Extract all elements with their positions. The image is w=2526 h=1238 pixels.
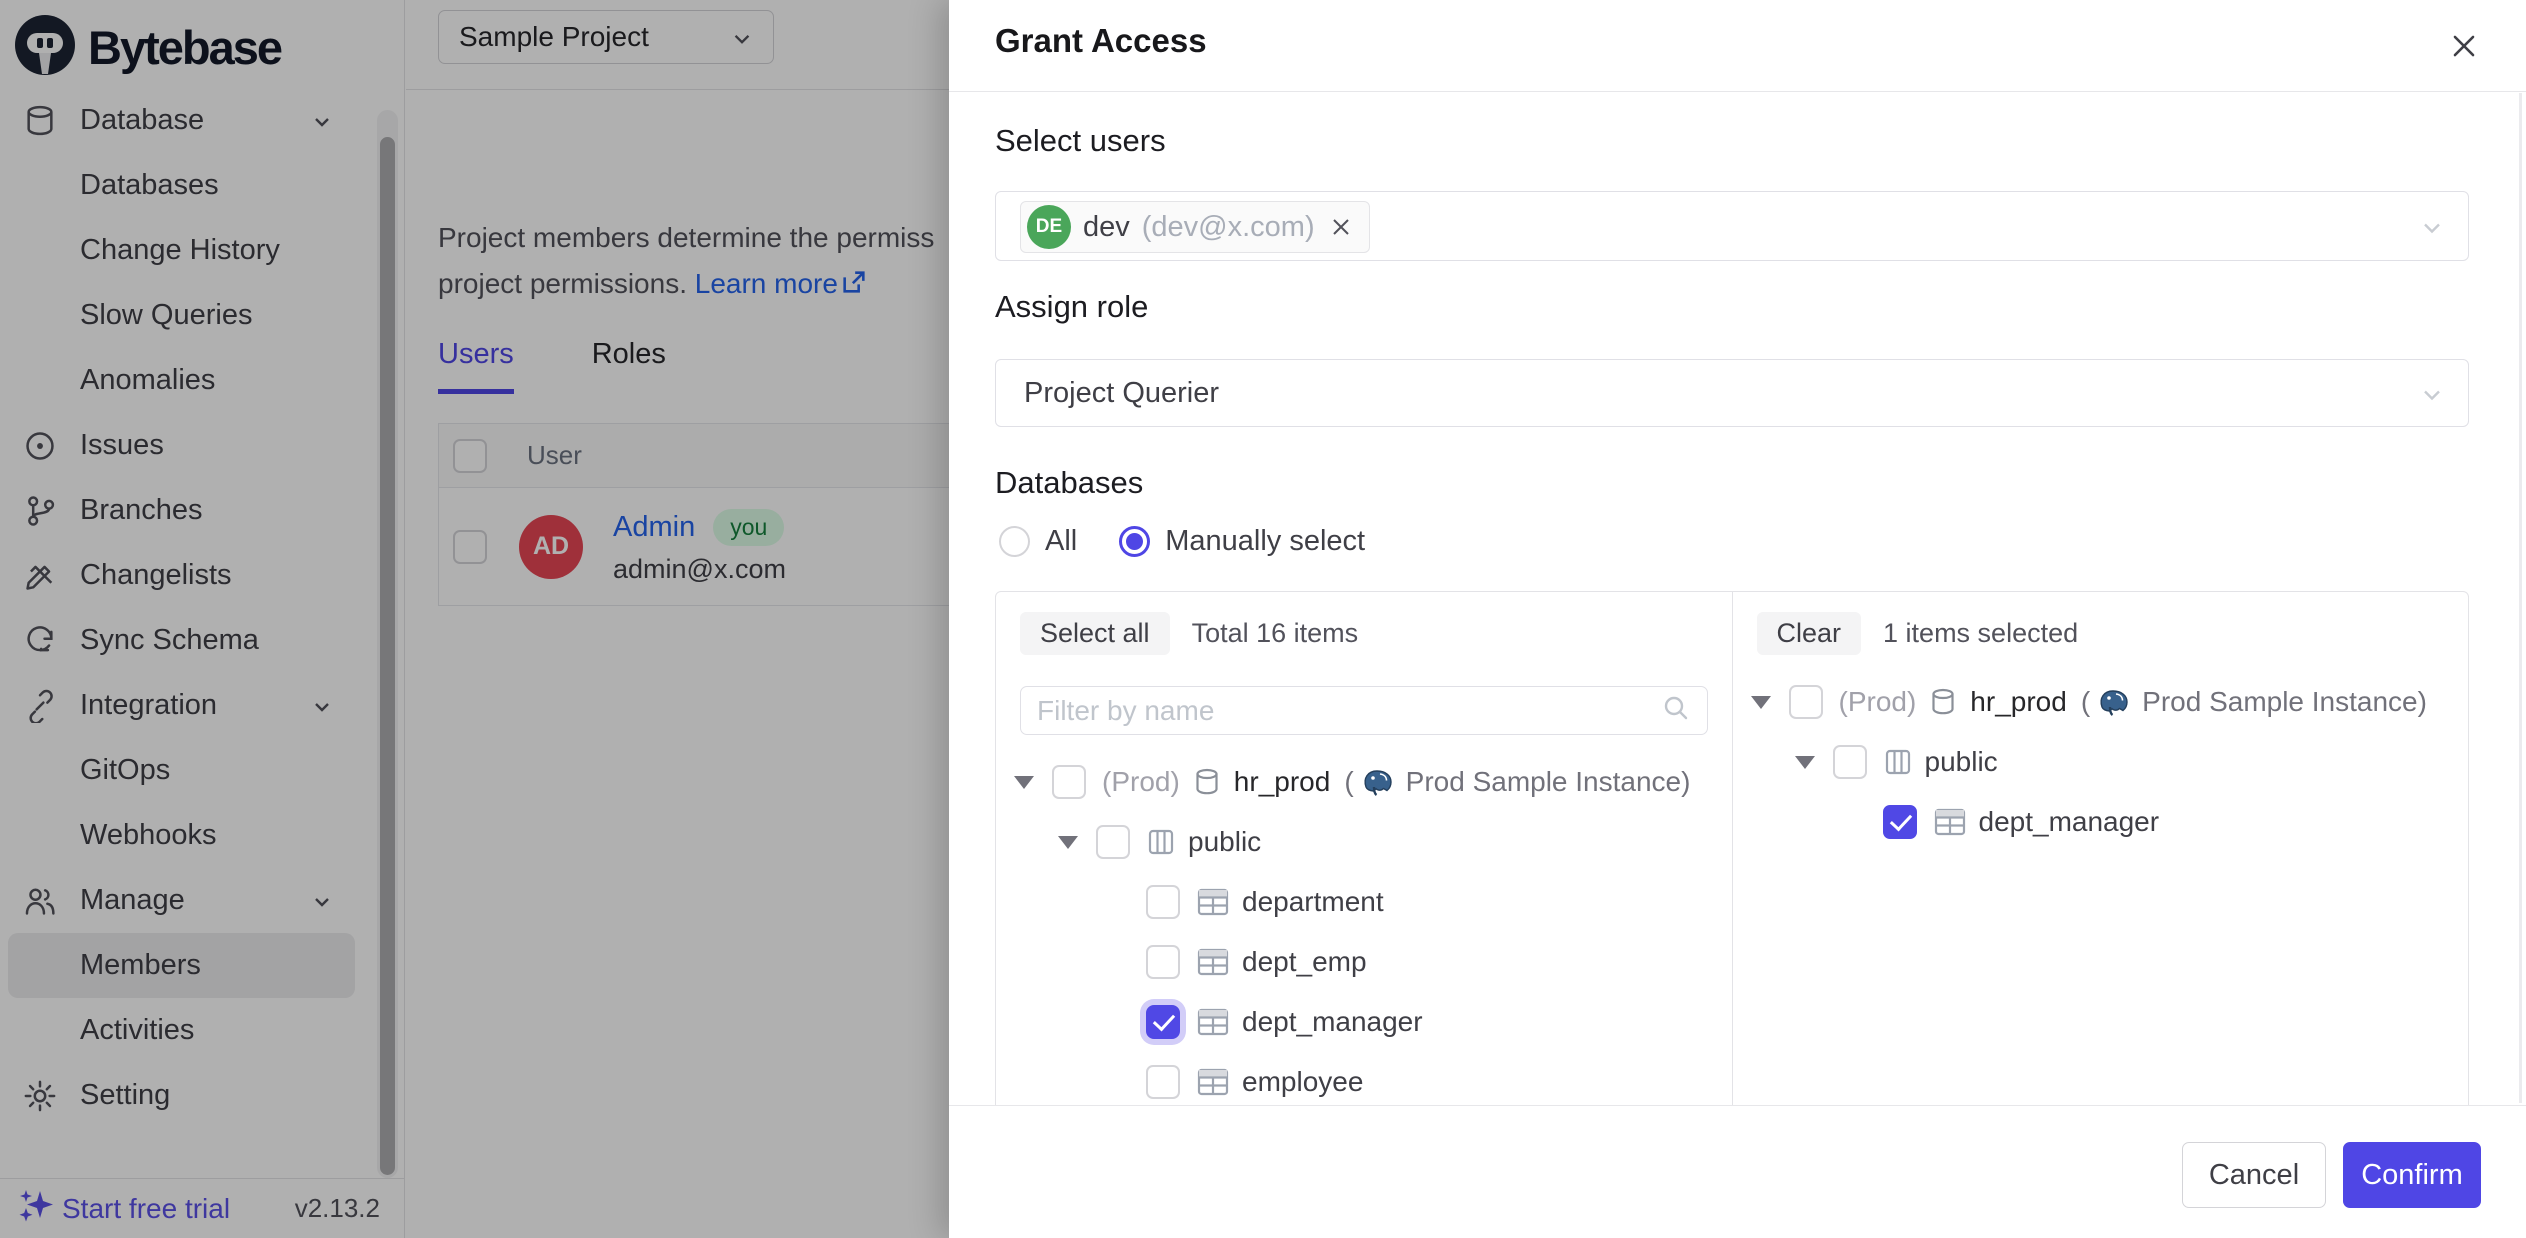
- table-icon: [1933, 807, 1967, 837]
- tree-row-public[interactable]: public: [996, 812, 1732, 872]
- radio-circle[interactable]: [999, 526, 1030, 557]
- tree-row-hr-prod[interactable]: (Prod) hr_prod ( Prod Sample Instance): [996, 752, 1732, 812]
- checkbox-checked[interactable]: [1146, 1005, 1180, 1039]
- bytebase-app: Bytebase Database Databases Change Histo…: [0, 0, 2526, 1238]
- schema-icon: [1146, 827, 1176, 857]
- tree-row-department[interactable]: department: [996, 872, 1732, 932]
- checkbox[interactable]: [1096, 825, 1130, 859]
- checkbox[interactable]: [1052, 765, 1086, 799]
- tree-row-public[interactable]: public: [1733, 732, 2469, 792]
- checkbox-checked[interactable]: [1883, 805, 1917, 839]
- chip-user-name: dev: [1083, 211, 1130, 244]
- confirm-button[interactable]: Confirm: [2343, 1142, 2481, 1208]
- chevron-down-icon: [2418, 381, 2446, 414]
- role-select[interactable]: Project Querier: [995, 359, 2469, 427]
- database-scope-radios: All Manually select: [999, 525, 1365, 558]
- tree-row-employee[interactable]: employee: [996, 1052, 1732, 1105]
- chip-user-email: (dev@x.com): [1142, 211, 1315, 244]
- radio-manually-select[interactable]: Manually select: [1119, 525, 1365, 558]
- total-items-label: Total 16 items: [1192, 618, 1359, 649]
- caret-down-icon[interactable]: [1010, 776, 1038, 789]
- checkbox[interactable]: [1833, 745, 1867, 779]
- radio-circle-selected[interactable]: [1119, 526, 1150, 557]
- database-icon: [1192, 766, 1222, 798]
- source-tree: (Prod) hr_prod ( Prod Sample Instance): [996, 752, 1732, 1105]
- select-users-label: Select users: [995, 123, 1166, 159]
- tree-row-hr-prod[interactable]: (Prod) hr_prod ( Prod Sample Instance): [1733, 672, 2469, 732]
- assign-role-label: Assign role: [995, 289, 1148, 325]
- users-multiselect[interactable]: DE dev (dev@x.com): [995, 191, 2469, 261]
- modal-body: Select users DE dev (dev@x.com) Assign r…: [949, 93, 2526, 1105]
- checkbox[interactable]: [1146, 1065, 1180, 1099]
- radio-all[interactable]: All: [999, 525, 1077, 558]
- table-icon: [1196, 887, 1230, 917]
- tree-row-dept-manager[interactable]: dept_manager: [996, 992, 1732, 1052]
- database-icon: [1928, 686, 1958, 718]
- caret-down-icon[interactable]: [1054, 836, 1082, 849]
- checkbox[interactable]: [1146, 945, 1180, 979]
- schema-icon: [1883, 747, 1913, 777]
- modal-title: Grant Access: [995, 22, 1207, 60]
- caret-down-icon[interactable]: [1747, 696, 1775, 709]
- filter-input[interactable]: [1037, 695, 1661, 727]
- close-icon[interactable]: [2442, 24, 2486, 68]
- avatar: DE: [1027, 205, 1071, 249]
- table-icon: [1196, 947, 1230, 977]
- postgresql-icon: [1360, 765, 1394, 799]
- checkbox[interactable]: [1146, 885, 1180, 919]
- target-tree: (Prod) hr_prod ( Prod Sample Instance): [1733, 672, 2469, 852]
- caret-down-icon[interactable]: [1791, 756, 1819, 769]
- chevron-down-icon: [2418, 214, 2446, 247]
- selected-user-chip[interactable]: DE dev (dev@x.com): [1020, 201, 1370, 253]
- databases-label: Databases: [995, 465, 1143, 501]
- clear-button[interactable]: Clear: [1757, 612, 1862, 655]
- transfer-source-panel: Select all Total 16 items (Prod): [996, 592, 1733, 1105]
- postgresql-icon: [2096, 685, 2130, 719]
- filter-field[interactable]: [1020, 686, 1708, 735]
- modal-footer: Cancel Confirm: [949, 1105, 2526, 1238]
- database-transfer: Select all Total 16 items (Prod): [995, 591, 2469, 1105]
- modal-scrollbar-rail: [2519, 93, 2522, 1103]
- remove-user-icon[interactable]: [1329, 215, 1353, 239]
- role-select-value: Project Querier: [1024, 377, 1219, 410]
- cancel-button[interactable]: Cancel: [2182, 1142, 2326, 1208]
- selected-count-label: 1 items selected: [1883, 618, 2078, 649]
- checkbox[interactable]: [1789, 685, 1823, 719]
- table-icon: [1196, 1067, 1230, 1097]
- search-icon: [1661, 693, 1691, 728]
- tree-row-dept-emp[interactable]: dept_emp: [996, 932, 1732, 992]
- table-icon: [1196, 1007, 1230, 1037]
- tree-row-dept-manager[interactable]: dept_manager: [1733, 792, 2469, 852]
- grant-access-modal: Grant Access Select users DE dev (dev@x.…: [949, 0, 2526, 1238]
- transfer-target-panel: Clear 1 items selected (Prod) hr_prod: [1733, 592, 2469, 1105]
- modal-header: Grant Access: [949, 0, 2526, 92]
- select-all-button[interactable]: Select all: [1020, 612, 1170, 655]
